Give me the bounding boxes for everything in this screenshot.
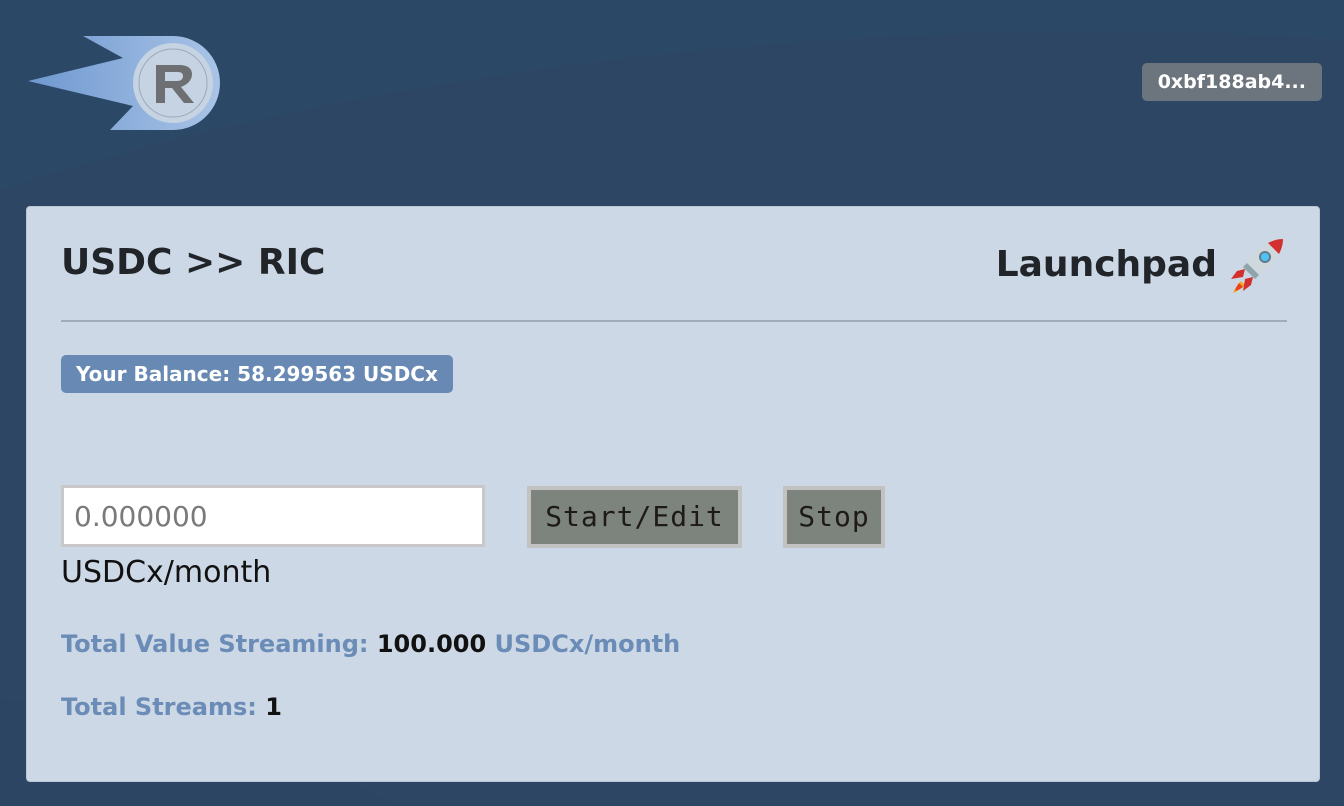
start-edit-button[interactable]: Start/Edit bbox=[527, 486, 742, 548]
total-value-label: Total Value Streaming: bbox=[61, 630, 369, 658]
total-value-unit: USDCx/month bbox=[494, 630, 681, 658]
market-title: USDC >> RIC bbox=[61, 242, 326, 283]
header-divider bbox=[61, 320, 1287, 322]
rate-unit-label: USDCx/month bbox=[61, 555, 272, 590]
wallet-address-button[interactable]: 0xbf188ab4... bbox=[1141, 63, 1322, 101]
total-value-streaming: Total Value Streaming: 100.000 USDCx/mon… bbox=[61, 628, 680, 660]
launchpad-label: Launchpad bbox=[995, 244, 1217, 285]
stop-button[interactable]: Stop bbox=[783, 486, 885, 548]
stream-rate-input[interactable] bbox=[61, 485, 485, 547]
total-value: 100.000 bbox=[376, 630, 487, 658]
rocket-icon bbox=[1231, 239, 1283, 293]
total-streams-value: 1 bbox=[265, 693, 282, 721]
balance-badge: Your Balance: 58.299563 USDCx bbox=[61, 355, 453, 393]
market-card: USDC >> RIC Launchpad Your Balance: 58.2… bbox=[26, 206, 1320, 782]
total-streams: Total Streams: 1 bbox=[61, 691, 282, 723]
launchpad-header: Launchpad bbox=[996, 235, 1287, 295]
ricochet-logo-icon[interactable] bbox=[28, 36, 220, 130]
total-streams-label: Total Streams: bbox=[61, 693, 257, 721]
